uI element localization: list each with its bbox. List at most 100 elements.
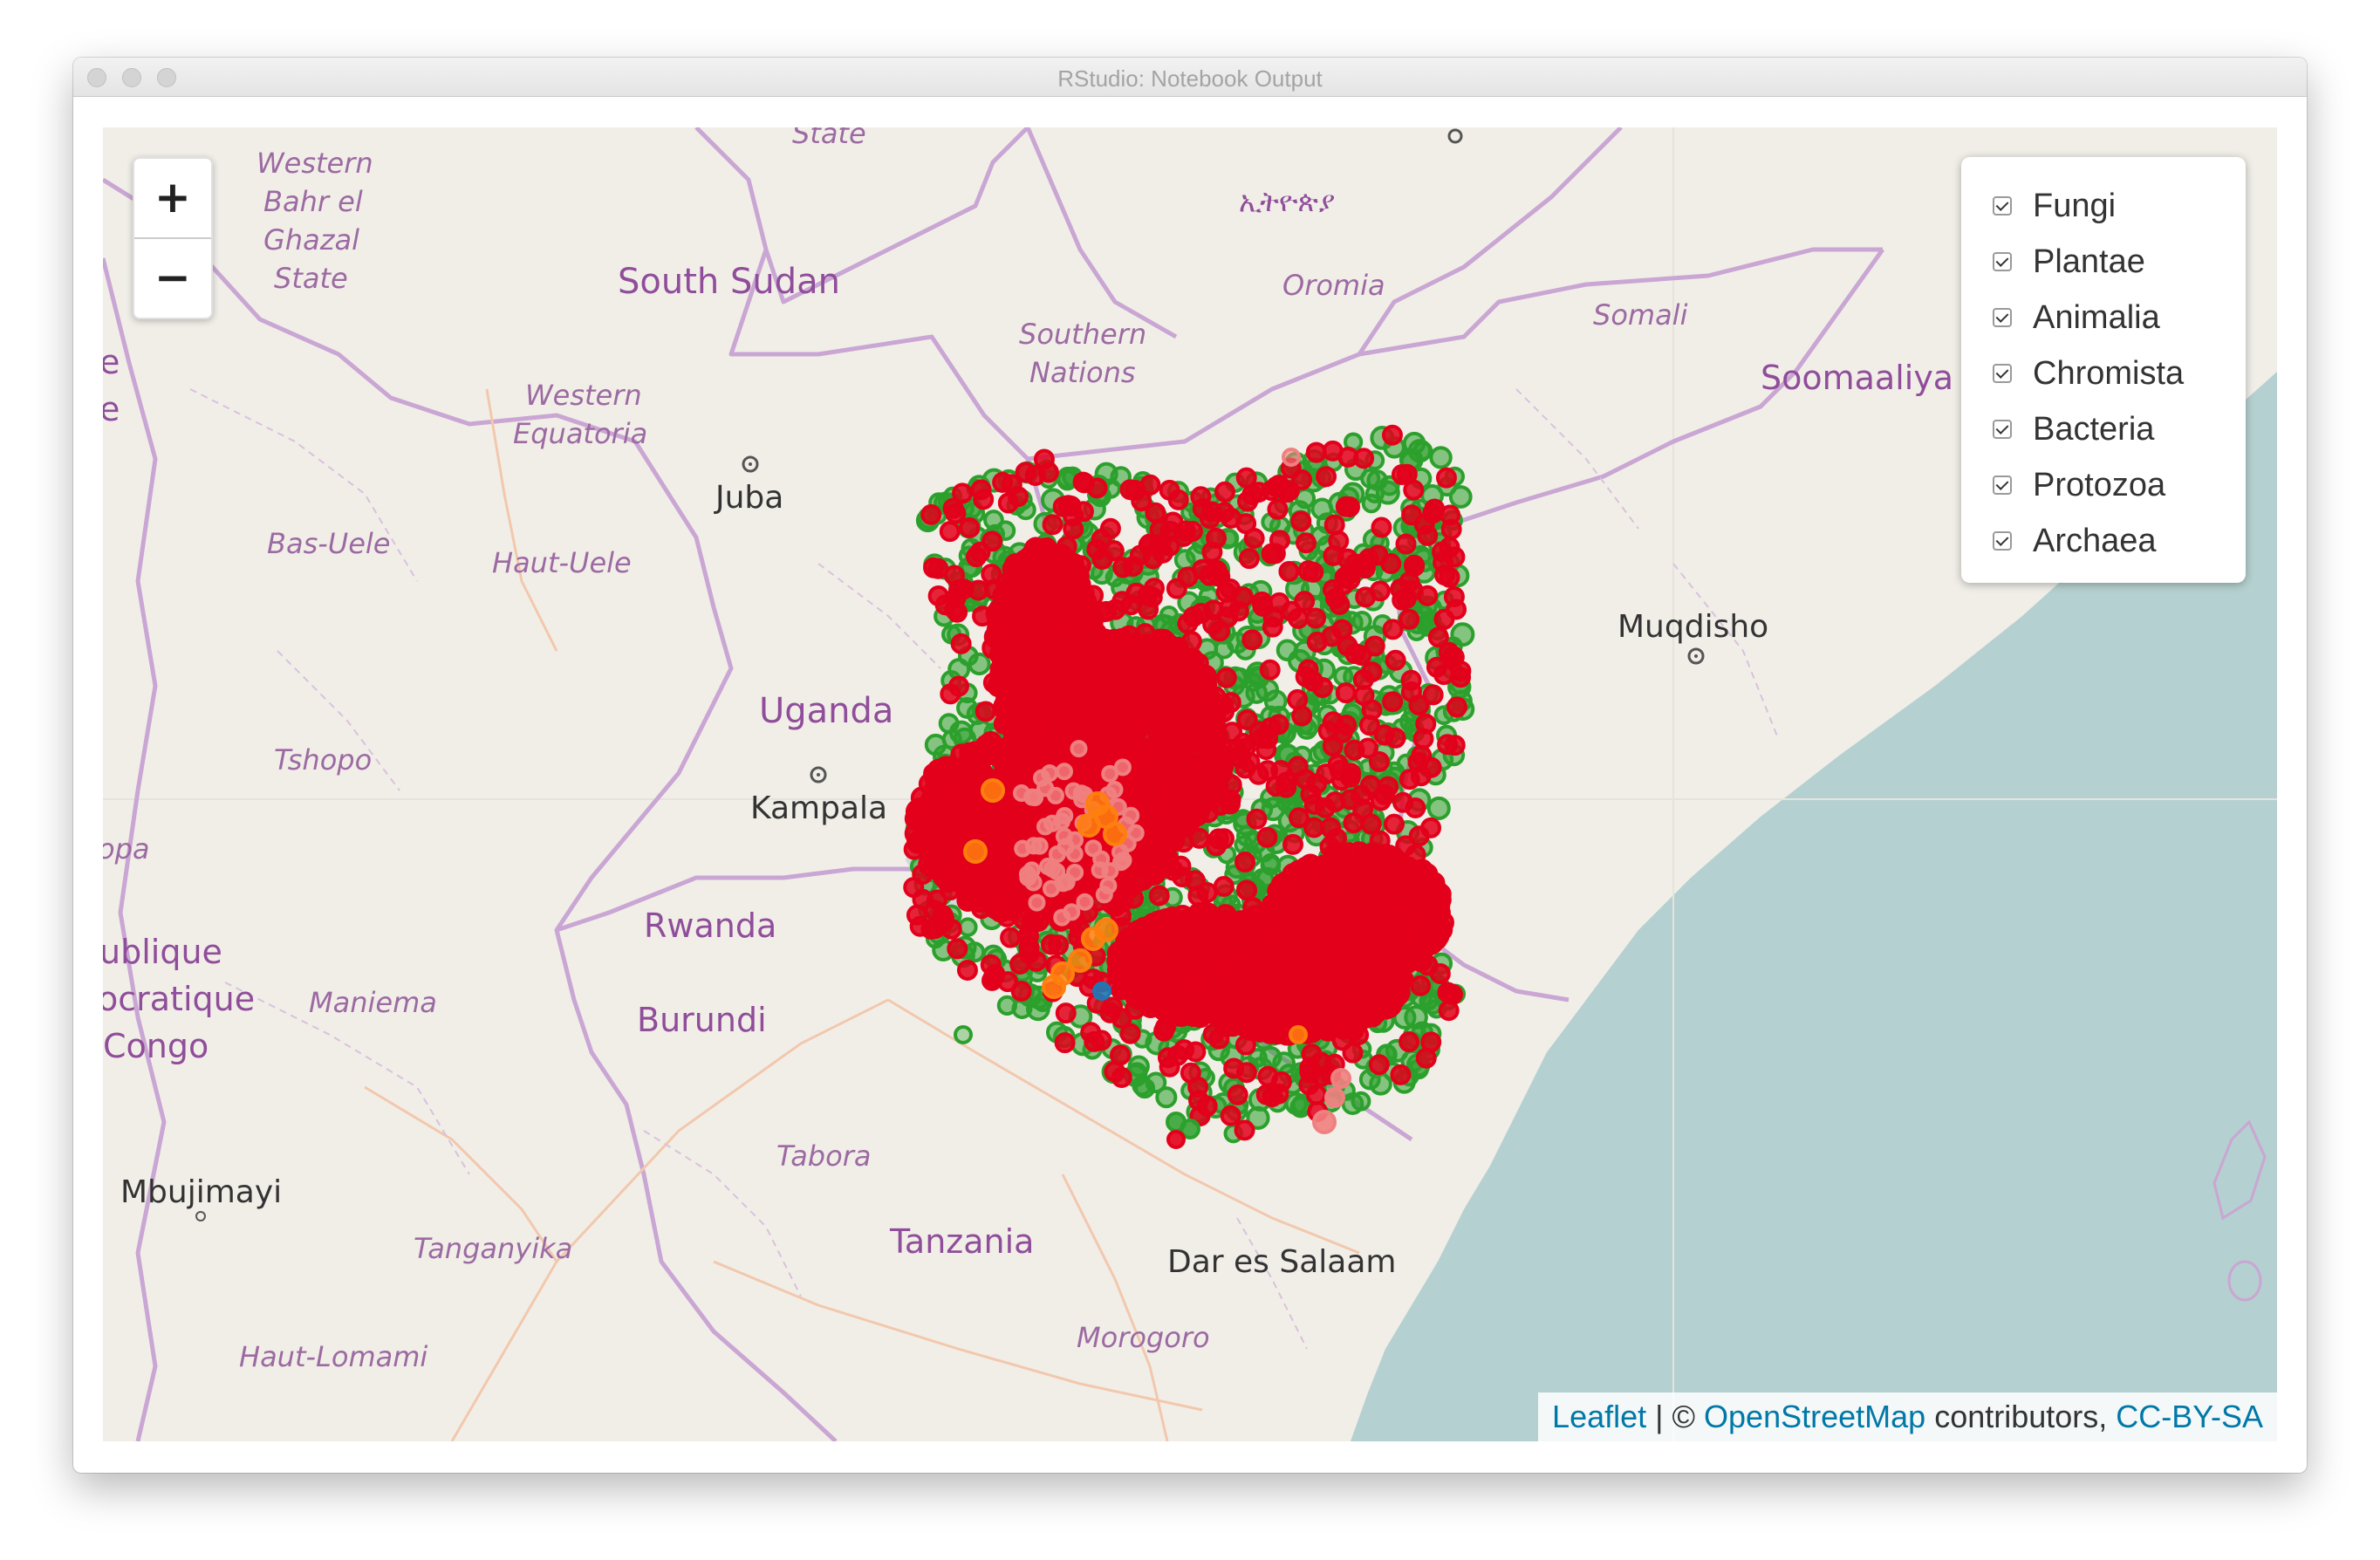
occurrence-marker[interactable] — [1048, 934, 1070, 956]
occurrence-marker[interactable] — [924, 768, 946, 790]
occurrence-marker[interactable] — [920, 503, 942, 525]
occurrence-marker[interactable] — [1255, 958, 1276, 980]
occurrence-marker[interactable] — [959, 517, 981, 538]
occurrence-marker[interactable] — [1400, 669, 1422, 691]
occurrence-marker[interactable] — [1381, 424, 1403, 446]
occurrence-marker[interactable] — [1214, 481, 1235, 503]
occurrence-marker[interactable] — [1056, 536, 1077, 558]
occurrence-marker[interactable] — [1444, 735, 1466, 756]
occurrence-marker[interactable] — [1110, 979, 1132, 1001]
occurrence-marker[interactable] — [1399, 1031, 1420, 1053]
occurrence-marker[interactable] — [1433, 664, 1455, 686]
occurrence-marker[interactable] — [1248, 1016, 1272, 1040]
occurrence-marker[interactable] — [950, 633, 972, 654]
occurrence-marker[interactable] — [1173, 816, 1194, 838]
occurrence-marker[interactable] — [1042, 514, 1063, 536]
occurrence-marker[interactable] — [1290, 510, 1312, 532]
occurrence-marker[interactable] — [1054, 648, 1076, 670]
occurrence-marker[interactable] — [1234, 1034, 1256, 1056]
occurrence-marker[interactable] — [1127, 871, 1149, 893]
occurrence-marker[interactable] — [1411, 908, 1434, 932]
occurrence-marker[interactable] — [1291, 897, 1313, 919]
occurrence-marker[interactable] — [927, 585, 949, 606]
occurrence-marker[interactable] — [1419, 934, 1441, 955]
occurrence-marker[interactable] — [1070, 756, 1092, 778]
occurrence-marker[interactable] — [1361, 493, 1382, 514]
occurrence-marker[interactable] — [1368, 751, 1390, 773]
occurrence-marker[interactable] — [1170, 695, 1192, 717]
occurrence-marker[interactable] — [1000, 927, 1022, 948]
occurrence-marker[interactable] — [1221, 774, 1242, 796]
occurrence-marker[interactable] — [1305, 1084, 1327, 1105]
occurrence-marker[interactable] — [1220, 1105, 1241, 1126]
occurrence-marker[interactable] — [1399, 769, 1420, 790]
occurrence-marker[interactable] — [1345, 963, 1367, 985]
occurrence-marker[interactable] — [1433, 608, 1455, 630]
occurrence-marker[interactable] — [1380, 553, 1402, 575]
occurrence-marker[interactable] — [1368, 1054, 1390, 1076]
occurrence-marker[interactable] — [1011, 728, 1033, 749]
occurrence-marker[interactable] — [1187, 885, 1209, 907]
occurrence-marker[interactable] — [1443, 647, 1465, 668]
occurrence-marker[interactable] — [1415, 1047, 1437, 1069]
occurrence-marker[interactable] — [1047, 722, 1069, 744]
occurrence-marker[interactable] — [1215, 582, 1237, 604]
occurrence-marker[interactable] — [1331, 619, 1353, 640]
occurrence-marker[interactable] — [1233, 976, 1255, 998]
occurrence-marker[interactable] — [1342, 1042, 1364, 1064]
occurrence-marker[interactable] — [1437, 982, 1459, 1003]
occurrence-marker[interactable] — [1395, 533, 1417, 555]
occurrence-marker[interactable] — [1289, 1096, 1312, 1119]
occurrence-marker[interactable] — [1024, 667, 1046, 688]
occurrence-marker[interactable] — [1295, 532, 1317, 554]
occurrence-marker[interactable] — [1234, 1119, 1255, 1141]
occurrence-marker[interactable] — [1103, 644, 1125, 666]
occurrence-marker[interactable] — [908, 797, 932, 821]
occurrence-marker[interactable] — [1443, 585, 1465, 607]
occurrence-marker[interactable] — [952, 761, 974, 783]
occurrence-marker[interactable] — [1159, 644, 1180, 666]
occurrence-marker[interactable] — [1335, 682, 1357, 704]
occurrence-marker[interactable] — [1363, 999, 1385, 1021]
occurrence-marker[interactable] — [1259, 659, 1281, 681]
occurrence-marker[interactable] — [1191, 745, 1213, 767]
occurrence-marker[interactable] — [1003, 615, 1025, 637]
occurrence-marker[interactable] — [1450, 667, 1472, 688]
occurrence-marker[interactable] — [1256, 826, 1278, 848]
occurrence-marker[interactable] — [1398, 869, 1419, 891]
occurrence-marker[interactable] — [1410, 975, 1432, 996]
occurrence-marker[interactable] — [1206, 559, 1228, 581]
occurrence-marker[interactable] — [1314, 858, 1336, 879]
occurrence-marker[interactable] — [970, 479, 992, 501]
occurrence-marker[interactable] — [1245, 681, 1269, 704]
occurrence-marker[interactable] — [1235, 467, 1257, 489]
occurrence-marker[interactable] — [1278, 926, 1300, 948]
occurrence-marker[interactable] — [1339, 496, 1361, 518]
occurrence-marker[interactable] — [1426, 796, 1451, 820]
occurrence-marker[interactable] — [1336, 999, 1358, 1021]
occurrence-marker[interactable] — [1166, 932, 1187, 954]
occurrence-marker[interactable] — [1422, 503, 1444, 524]
occurrence-marker[interactable] — [1172, 989, 1193, 1010]
occurrence-marker[interactable] — [1260, 854, 1282, 876]
occurrence-marker[interactable] — [1448, 485, 1473, 509]
occurrence-marker[interactable] — [1351, 1091, 1371, 1112]
occurrence-marker[interactable] — [1083, 585, 1105, 606]
occurrence-marker[interactable] — [1390, 1064, 1412, 1085]
occurrence-marker[interactable] — [1405, 797, 1426, 819]
occurrence-marker[interactable] — [1182, 606, 1204, 627]
occurrence-marker[interactable] — [1221, 507, 1242, 529]
occurrence-marker[interactable] — [1147, 911, 1171, 934]
occurrence-marker[interactable] — [958, 917, 978, 937]
occurrence-marker[interactable] — [1122, 556, 1144, 578]
occurrence-marker[interactable] — [1026, 624, 1048, 646]
occurrence-marker[interactable] — [1246, 808, 1268, 830]
occurrence-marker[interactable] — [1055, 1002, 1077, 1024]
occurrence-marker[interactable] — [1238, 548, 1260, 570]
occurrence-marker[interactable] — [1438, 1000, 1460, 1022]
occurrence-marker[interactable] — [1185, 1041, 1207, 1063]
occurrence-marker[interactable] — [1233, 733, 1255, 755]
occurrence-marker[interactable] — [1212, 953, 1235, 976]
occurrence-marker[interactable] — [1043, 669, 1065, 691]
occurrence-marker[interactable] — [1204, 762, 1226, 783]
